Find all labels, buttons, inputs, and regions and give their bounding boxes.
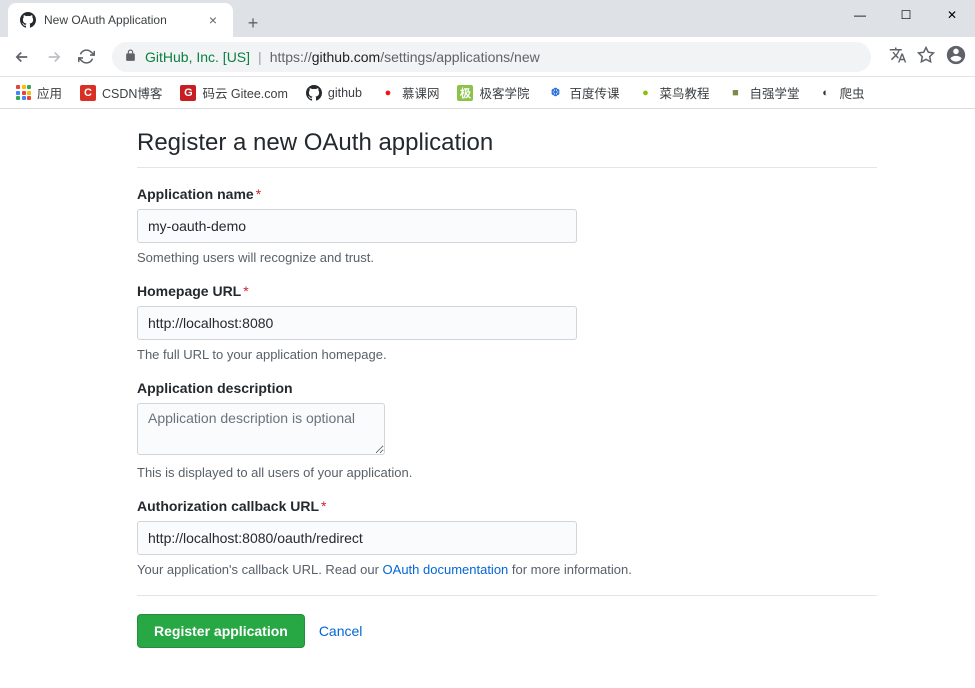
- bookmark-icon: ■: [728, 85, 744, 101]
- bookmark-item[interactable]: ■ 自强学堂: [722, 80, 806, 105]
- url-separator: |: [258, 49, 262, 65]
- label-callback-url: Authorization callback URL*: [137, 498, 877, 514]
- bookmark-label: 极客学院: [479, 83, 529, 102]
- bookmark-item[interactable]: github: [300, 80, 368, 105]
- bookmark-item[interactable]: ● 慕课网: [374, 80, 446, 105]
- apps-grid-icon: [16, 85, 31, 100]
- field-callback-url: Authorization callback URL* Your applica…: [137, 498, 877, 577]
- close-window-button[interactable]: ✕: [929, 0, 975, 30]
- required-star: *: [243, 283, 248, 299]
- profile-icon[interactable]: [945, 44, 967, 69]
- address-bar[interactable]: GitHub, Inc. [US] | https://github.com/s…: [112, 42, 871, 72]
- bookmark-icon: 极: [457, 85, 473, 101]
- bookmark-item[interactable]: 极极客学院: [451, 80, 535, 105]
- description-textarea[interactable]: [137, 403, 385, 455]
- label-application-name: Application name*: [137, 186, 877, 202]
- browser-chrome: — ☐ ✕ New OAuth Application × + GitHub, …: [0, 0, 975, 109]
- bookmark-item[interactable]: ❆ 百度传课: [541, 80, 625, 105]
- bookmark-label: 菜鸟教程: [659, 83, 709, 102]
- bookmark-icon: ❆: [547, 85, 563, 101]
- bookmark-label: CSDN博客: [102, 83, 162, 102]
- forward-button[interactable]: [40, 43, 68, 71]
- field-application-name: Application name* Something users will r…: [137, 186, 877, 265]
- field-homepage-url: Homepage URL* The full URL to your appli…: [137, 283, 877, 362]
- hint-homepage-url: The full URL to your application homepag…: [137, 347, 877, 362]
- page-title: Register a new OAuth application: [137, 109, 877, 168]
- apps-button[interactable]: 应用: [10, 80, 68, 105]
- bookmark-label: 爬虫: [840, 83, 865, 102]
- bookmark-icon: C: [80, 85, 96, 101]
- label-description: Application description: [137, 380, 877, 396]
- bookmark-icon: ◐: [818, 85, 834, 101]
- new-tab-button[interactable]: +: [239, 9, 267, 37]
- form-divider: [137, 595, 877, 596]
- tab-title: New OAuth Application: [44, 13, 197, 27]
- cancel-link[interactable]: Cancel: [319, 623, 363, 639]
- maximize-button[interactable]: ☐: [883, 0, 929, 30]
- bookmark-item[interactable]: ◐ 爬虫: [812, 80, 871, 105]
- bookmark-label: github: [328, 86, 362, 100]
- bookmarks-bar: 应用 CCSDN博客G码云 Gitee.comgithub●慕课网极极客学院❆百…: [0, 77, 975, 109]
- bookmark-label: 码云 Gitee.com: [202, 83, 287, 102]
- tab-bar: New OAuth Application × +: [0, 0, 975, 37]
- callback-url-input[interactable]: [137, 521, 577, 555]
- site-identity: GitHub, Inc. [US]: [145, 49, 250, 65]
- field-description: Application description This is displaye…: [137, 380, 877, 480]
- translate-icon[interactable]: [889, 46, 907, 67]
- bookmark-item[interactable]: G 码云 Gitee.com: [174, 80, 293, 105]
- bookmark-icon: ●: [637, 85, 653, 101]
- bookmark-label: 自强学堂: [750, 83, 800, 102]
- form-actions: Register application Cancel: [137, 614, 877, 648]
- bookmark-icon: ●: [380, 85, 396, 101]
- application-name-input[interactable]: [137, 209, 577, 243]
- page-content: Register a new OAuth application Applica…: [0, 109, 975, 688]
- toolbar-right: [889, 44, 967, 69]
- close-tab-icon[interactable]: ×: [205, 12, 221, 28]
- github-favicon-icon: [20, 12, 36, 28]
- bookmark-item[interactable]: ● 菜鸟教程: [631, 80, 715, 105]
- bookmark-label: 百度传课: [569, 83, 619, 102]
- homepage-url-input[interactable]: [137, 306, 577, 340]
- bookmark-icon: [306, 85, 322, 101]
- window-controls: — ☐ ✕: [837, 0, 975, 30]
- browser-toolbar: GitHub, Inc. [US] | https://github.com/s…: [0, 37, 975, 77]
- back-button[interactable]: [8, 43, 36, 71]
- label-homepage-url: Homepage URL*: [137, 283, 877, 299]
- hint-description: This is displayed to all users of your a…: [137, 465, 877, 480]
- browser-tab[interactable]: New OAuth Application ×: [8, 3, 233, 37]
- bookmark-item[interactable]: C CSDN博客: [74, 80, 168, 105]
- url-text: https://github.com/settings/applications…: [270, 49, 540, 65]
- hint-application-name: Something users will recognize and trust…: [137, 250, 877, 265]
- register-application-button[interactable]: Register application: [137, 614, 305, 648]
- required-star: *: [321, 498, 326, 514]
- star-icon[interactable]: [917, 46, 935, 67]
- lock-icon: [124, 49, 137, 65]
- hint-callback-url: Your application's callback URL. Read ou…: [137, 562, 877, 577]
- minimize-button[interactable]: —: [837, 0, 883, 30]
- reload-button[interactable]: [72, 43, 100, 71]
- oauth-docs-link[interactable]: OAuth documentation: [383, 562, 509, 577]
- bookmark-label: 慕课网: [402, 83, 440, 102]
- bookmark-icon: G: [180, 85, 196, 101]
- required-star: *: [256, 186, 261, 202]
